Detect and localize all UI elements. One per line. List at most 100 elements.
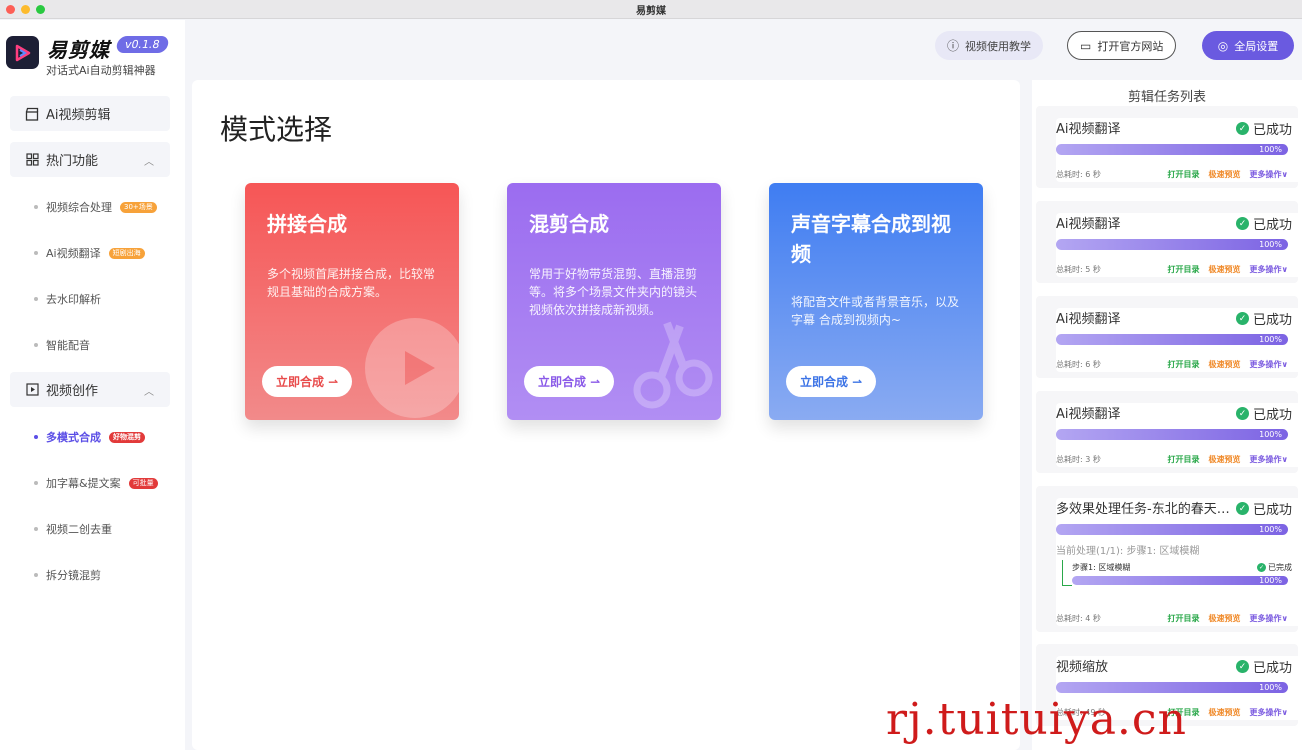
progress-bar: 100% xyxy=(1056,334,1288,345)
task-content: Ai视频翻译 ✓ 已成功 100% 总耗时: 5 秒 打开目录 极速预览 更多操作∨ xyxy=(1056,213,1302,277)
check-icon: ✓ xyxy=(1235,122,1249,135)
task-name: Ai视频翻译 xyxy=(1056,122,1121,137)
more-actions-link[interactable]: 更多操作∨ xyxy=(1250,359,1289,370)
task-status: ✓ 已成功 xyxy=(1235,499,1292,518)
status-label: 已成功 xyxy=(1252,408,1292,423)
nav-subtitles[interactable]: 加字幕&提文案 可批量 xyxy=(34,475,158,491)
task-card: Ai视频翻译 ✓ 已成功 100% 总耗时: 6 秒 打开目录 极速预览 更多操作∨ xyxy=(1036,106,1302,188)
quick-preview-link[interactable]: 极速预览 xyxy=(1209,264,1241,275)
task-content: Ai视频翻译 ✓ 已成功 100% 总耗时: 6 秒 打开目录 极速预览 更多操作∨ xyxy=(1056,118,1302,182)
task-time: 总耗时: 3 秒 xyxy=(1056,455,1101,464)
check-icon: ✓ xyxy=(1235,660,1249,673)
task-name: 视频缩放 xyxy=(1056,660,1109,675)
nav-label: 视频二创去重 xyxy=(46,523,112,536)
progress-label: 100% xyxy=(1259,525,1282,534)
nav-tag: 30+场景 xyxy=(120,201,157,213)
card-remix-compose[interactable]: 混剪合成 常用于好物带货混剪、直播混剪等。将多个场景文件夹内的镜头视频依次拼接成… xyxy=(507,183,721,420)
task-footer: 总耗时: 6 秒 打开目录 极速预览 更多操作∨ xyxy=(1056,169,1288,180)
more-actions-link[interactable]: 更多操作∨ xyxy=(1250,264,1289,275)
nav-group-hot[interactable]: 热门功能 ︿ xyxy=(10,142,170,177)
app-logo-icon xyxy=(6,36,39,69)
quick-preview-link[interactable]: 极速预览 xyxy=(1209,169,1241,180)
card-desc: 将配音文件或者背景音乐，以及字幕 合成到视频内~ xyxy=(791,295,960,327)
more-actions-link[interactable]: 更多操作∨ xyxy=(1250,613,1289,624)
compose-now-button[interactable]: 立即合成 ⇀ xyxy=(524,366,615,397)
nav-video-processing[interactable]: 视频综合处理 30+场景 xyxy=(34,199,157,215)
task-time: 总耗时: 4 秒 xyxy=(1056,614,1101,623)
task-name: 多效果处理任务-东北的春天… xyxy=(1056,502,1230,517)
close-window-button[interactable] xyxy=(6,5,15,14)
card-desc: 多个视频首尾拼接合成，比较常规且基础的合成方案。 xyxy=(267,267,436,299)
card-concat-compose[interactable]: 拼接合成 多个视频首尾拼接合成，比较常规且基础的合成方案。 立即合成 ⇀ xyxy=(245,183,459,420)
open-folder-link[interactable]: 打开目录 xyxy=(1168,613,1200,624)
version-badge: v0.1.8 xyxy=(115,36,170,53)
tutorial-button[interactable]: ⓘ 视频使用教学 xyxy=(935,31,1044,60)
nav-smart-dubbing[interactable]: 智能配音 xyxy=(34,337,90,353)
bullet-icon xyxy=(34,481,38,485)
check-icon: ✓ xyxy=(1257,563,1266,572)
step-label: 步骤1: 区域模糊 xyxy=(1072,563,1131,572)
window-controls xyxy=(6,5,45,14)
video-camera-icon xyxy=(365,318,459,418)
quick-preview-link[interactable]: 极速预览 xyxy=(1209,454,1241,465)
bullet-icon xyxy=(34,205,38,209)
nav-multi-mode-compose[interactable]: 多模式合成 好物混剪 xyxy=(34,429,145,445)
progress-bar: 100% xyxy=(1056,144,1288,155)
bullet-icon xyxy=(34,297,38,301)
open-folder-link[interactable]: 打开目录 xyxy=(1168,359,1200,370)
nav-group-create[interactable]: 视频创作 ︿ xyxy=(10,372,170,407)
compose-now-button[interactable]: 立即合成 ⇀ xyxy=(262,366,353,397)
nav-tag: 可批量 xyxy=(128,477,158,489)
check-icon: ✓ xyxy=(1235,217,1249,230)
task-list-title: 剪辑任务列表 xyxy=(1127,90,1206,105)
bullet-icon xyxy=(34,251,38,255)
nav-label: 视频综合处理 xyxy=(46,201,112,214)
nav-remix-dedupe[interactable]: 视频二创去重 xyxy=(34,521,112,537)
more-actions-link[interactable]: 更多操作∨ xyxy=(1250,454,1289,465)
step-tree-branch xyxy=(1062,585,1072,586)
task-content: Ai视频翻译 ✓ 已成功 100% 总耗时: 6 秒 打开目录 极速预览 更多操作∨ xyxy=(1056,308,1302,372)
progress-bar: 100% xyxy=(1056,682,1288,693)
nav-split-remix[interactable]: 拆分镜混剪 xyxy=(34,567,101,583)
open-folder-link[interactable]: 打开目录 xyxy=(1168,169,1200,180)
quick-preview-link[interactable]: 极速预览 xyxy=(1209,707,1241,718)
bullet-icon xyxy=(34,435,38,439)
task-status: ✓ 已成功 xyxy=(1235,309,1292,328)
global-settings-button[interactable]: ◎ 全局设置 xyxy=(1202,31,1294,60)
task-card: Ai视频翻译 ✓ 已成功 100% 总耗时: 3 秒 打开目录 极速预览 更多操作∨ xyxy=(1036,391,1302,473)
task-footer: 总耗时: 4 秒 打开目录 极速预览 更多操作∨ xyxy=(1056,613,1288,624)
progress-label: 100% xyxy=(1259,430,1282,439)
task-card: Ai视频翻译 ✓ 已成功 100% 总耗时: 5 秒 打开目录 极速预览 更多操作∨ xyxy=(1036,201,1302,283)
status-label: 已完成 xyxy=(1268,563,1292,572)
open-website-button[interactable]: ▭ 打开官方网站 xyxy=(1067,31,1177,60)
nav-ai-translate[interactable]: Ai视频翻译 短剧出海 xyxy=(34,245,145,261)
open-folder-link[interactable]: 打开目录 xyxy=(1168,454,1200,465)
quick-preview-link[interactable]: 极速预览 xyxy=(1209,359,1241,370)
progress-label: 100% xyxy=(1259,240,1282,249)
button-label: 打开官方网站 xyxy=(1097,39,1164,53)
nav-ai-video-edit[interactable]: Ai视频剪辑 xyxy=(10,96,170,131)
minimize-window-button[interactable] xyxy=(21,5,30,14)
quick-preview-link[interactable]: 极速预览 xyxy=(1209,613,1241,624)
compose-now-button[interactable]: 立即合成 ⇀ xyxy=(786,366,877,397)
nav-label: 多模式合成 xyxy=(46,431,101,444)
nav-label: Ai视频剪辑 xyxy=(46,108,111,123)
nav-watermark-remove[interactable]: 去水印解析 xyxy=(34,291,101,307)
progress-label: 100% xyxy=(1259,145,1282,154)
page-title: 模式选择 xyxy=(220,113,333,146)
progress-label: 100% xyxy=(1259,335,1282,344)
more-actions-link[interactable]: 更多操作∨ xyxy=(1250,707,1289,718)
brand-slogan: 对话式Ai自动剪辑神器 xyxy=(46,64,156,77)
maximize-window-button[interactable] xyxy=(36,5,45,14)
nav-tag: 好物混剪 xyxy=(109,431,145,443)
status-label: 已成功 xyxy=(1252,503,1292,518)
task-time: 总耗时: 5 秒 xyxy=(1056,265,1101,274)
status-label: 已成功 xyxy=(1252,313,1292,328)
more-actions-link[interactable]: 更多操作∨ xyxy=(1250,169,1289,180)
card-audio-subtitle-compose[interactable]: 声音字幕合成到视频 将配音文件或者背景音乐，以及字幕 合成到视频内~ 立即合成 … xyxy=(769,183,983,420)
browser-icon: ▭ xyxy=(1080,38,1092,53)
window-title: 易剪媒 xyxy=(636,5,666,17)
task-name: Ai视频翻译 xyxy=(1056,217,1121,232)
task-status: ✓ 已成功 xyxy=(1235,214,1292,233)
open-folder-link[interactable]: 打开目录 xyxy=(1168,264,1200,275)
